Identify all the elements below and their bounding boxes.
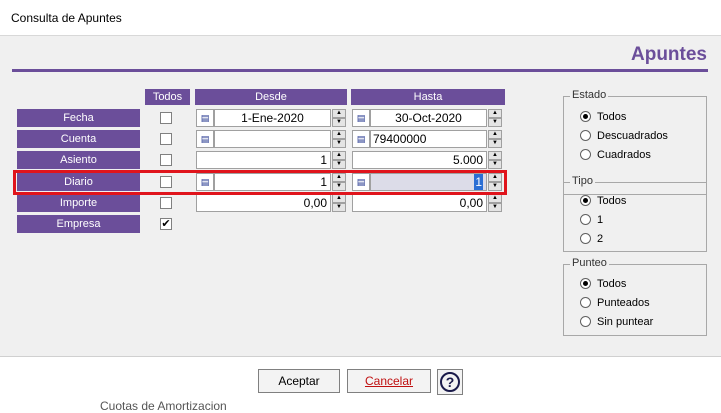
- spin-up-icon[interactable]: ▲: [488, 194, 502, 203]
- radio-selected-icon[interactable]: [580, 111, 591, 122]
- radio-icon[interactable]: [580, 297, 591, 308]
- punteo-group: Punteo Todos Punteados Sin puntear: [563, 257, 707, 336]
- radio-selected-icon[interactable]: [580, 195, 591, 206]
- tipo-option-todos[interactable]: Todos: [580, 195, 626, 207]
- estado-option-todos[interactable]: Todos: [580, 111, 626, 123]
- row-label-empresa: Empresa: [17, 215, 140, 233]
- background-text: Cuotas de Amortizacion: [100, 399, 227, 413]
- spin-down-icon[interactable]: ▼: [332, 118, 346, 127]
- cuenta-desde-spinner[interactable]: ▲ ▼: [332, 130, 346, 148]
- cuenta-hasta-lookup-icon[interactable]: ▤: [352, 130, 370, 148]
- asiento-desde-spinner[interactable]: ▲ ▼: [332, 151, 346, 169]
- help-button[interactable]: ?: [437, 369, 463, 395]
- fecha-todos-checkbox[interactable]: [160, 112, 172, 124]
- spin-up-icon[interactable]: ▲: [332, 194, 346, 203]
- asiento-hasta-input[interactable]: 5.000: [352, 151, 487, 169]
- column-header-desde: Desde: [195, 89, 347, 105]
- fecha-hasta-input[interactable]: 30-Oct-2020: [370, 109, 487, 127]
- spin-up-icon[interactable]: ▲: [488, 109, 502, 118]
- radio-icon[interactable]: [580, 149, 591, 160]
- cancel-button[interactable]: Cancelar: [347, 369, 431, 393]
- radio-icon[interactable]: [580, 316, 591, 327]
- spin-up-icon[interactable]: ▲: [332, 130, 346, 139]
- estado-legend: Estado: [570, 89, 609, 101]
- column-header-hasta: Hasta: [351, 89, 505, 105]
- spin-down-icon[interactable]: ▼: [332, 139, 346, 148]
- row-label-fecha: Fecha: [17, 109, 140, 127]
- importe-todos-checkbox[interactable]: [160, 197, 172, 209]
- asiento-desde-input[interactable]: 1: [196, 151, 331, 169]
- empresa-todos-checkbox[interactable]: ✔: [160, 218, 172, 230]
- tipo-option-2[interactable]: 2: [580, 233, 603, 245]
- spin-down-icon[interactable]: ▼: [488, 160, 502, 169]
- fecha-desde-calendar-icon[interactable]: ▤: [196, 109, 214, 127]
- importe-hasta-spinner[interactable]: ▲ ▼: [488, 194, 502, 212]
- fecha-desde-spinner[interactable]: ▲ ▼: [332, 109, 346, 127]
- punteo-option-punteados[interactable]: Punteados: [580, 297, 650, 309]
- row-label-cuenta: Cuenta: [17, 130, 140, 148]
- spin-down-icon[interactable]: ▼: [488, 203, 502, 212]
- estado-option-cuadrados[interactable]: Cuadrados: [580, 149, 651, 161]
- column-header-todos: Todos: [145, 89, 190, 105]
- fecha-desde-input[interactable]: 1-Ene-2020: [214, 109, 331, 127]
- punteo-option-todos[interactable]: Todos: [580, 278, 626, 290]
- asiento-todos-checkbox[interactable]: [160, 154, 172, 166]
- tipo-legend: Tipo: [570, 175, 595, 187]
- page-title: Apuntes: [631, 44, 707, 65]
- dialog-body: Apuntes Todos Desde Hasta Fecha ▤ 1-Ene-…: [0, 36, 721, 356]
- spin-up-icon[interactable]: ▲: [332, 151, 346, 160]
- cuenta-desde-lookup-icon[interactable]: ▤: [196, 130, 214, 148]
- estado-option-descuadrados[interactable]: Descuadrados: [580, 130, 668, 142]
- asiento-hasta-spinner[interactable]: ▲ ▼: [488, 151, 502, 169]
- punteo-option-sin-puntear[interactable]: Sin puntear: [580, 316, 653, 328]
- row-label-asiento: Asiento: [17, 151, 140, 169]
- importe-desde-input[interactable]: 0,00: [196, 194, 331, 212]
- spin-down-icon[interactable]: ▼: [332, 203, 346, 212]
- tipo-option-1[interactable]: 1: [580, 214, 603, 226]
- window-title: Consulta de Apuntes: [11, 11, 122, 25]
- importe-desde-spinner[interactable]: ▲ ▼: [332, 194, 346, 212]
- spin-up-icon[interactable]: ▲: [488, 151, 502, 160]
- title-bar: Consulta de Apuntes: [0, 0, 721, 36]
- accept-button[interactable]: Aceptar: [258, 369, 340, 393]
- radio-icon[interactable]: [580, 214, 591, 225]
- row-label-importe: Importe: [17, 194, 140, 212]
- spin-down-icon[interactable]: ▼: [332, 160, 346, 169]
- cuenta-todos-checkbox[interactable]: [160, 133, 172, 145]
- radio-selected-icon[interactable]: [580, 278, 591, 289]
- cuenta-hasta-input[interactable]: 79400000: [370, 130, 487, 148]
- cuenta-desde-input[interactable]: [214, 130, 331, 148]
- punteo-legend: Punteo: [570, 257, 609, 269]
- heading-divider: [12, 69, 708, 72]
- fecha-hasta-calendar-icon[interactable]: ▤: [352, 109, 370, 127]
- spin-up-icon[interactable]: ▲: [488, 130, 502, 139]
- spin-down-icon[interactable]: ▼: [488, 118, 502, 127]
- help-icon: ?: [440, 372, 460, 392]
- cuenta-hasta-spinner[interactable]: ▲ ▼: [488, 130, 502, 148]
- spin-down-icon[interactable]: ▼: [488, 139, 502, 148]
- radio-icon[interactable]: [580, 130, 591, 141]
- fecha-hasta-spinner[interactable]: ▲ ▼: [488, 109, 502, 127]
- importe-hasta-input[interactable]: 0,00: [352, 194, 487, 212]
- spin-up-icon[interactable]: ▲: [332, 109, 346, 118]
- tipo-group: Tipo Todos 1 2: [563, 175, 707, 252]
- radio-icon[interactable]: [580, 233, 591, 244]
- highlight-box: [13, 170, 507, 195]
